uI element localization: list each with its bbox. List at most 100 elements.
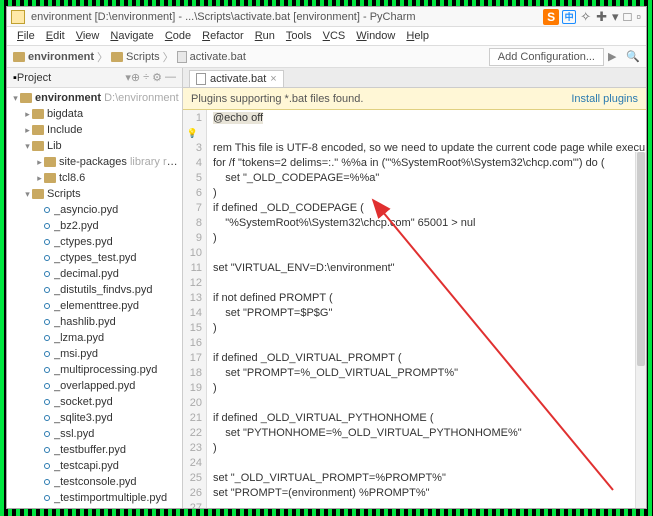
project-tree[interactable]: ▾environment D:\environment▸bigdata▸Incl… [7,88,182,508]
pin-icon[interactable]: ✧ [579,9,592,25]
chevron-icon[interactable]: ▸ [23,125,32,136]
tree-row[interactable]: ▸Include [7,122,182,138]
tree-label: _ctypes_test.pyd [54,252,179,264]
tree-row[interactable]: _ctypes_test.pyd [7,250,182,266]
code-editor[interactable]: 1💡34567891011121314151617181920212223242… [183,110,646,508]
pyd-icon [44,223,50,229]
tree-row[interactable]: _lzma.pyd [7,330,182,346]
menu-run[interactable]: Run [251,29,279,43]
tree-row[interactable]: _socket.pyd [7,394,182,410]
tree-row[interactable]: _ssl.pyd [7,426,182,442]
add-configuration-button[interactable]: Add Configuration... [489,48,604,66]
tree-row[interactable]: _sqlite3.pyd [7,410,182,426]
tree-row[interactable]: _ctypes.pyd [7,234,182,250]
tree-row[interactable]: ▸ tcl8.6 [7,170,182,186]
tree-label: _overlapped.pyd [54,380,179,392]
tree-row[interactable]: ▸bigdata [7,106,182,122]
pyd-icon [44,495,50,501]
tabbar: activate.bat × [183,68,646,88]
tree-row[interactable]: _testconsole.pyd [7,474,182,490]
hide-icon[interactable]: — [165,71,176,84]
tab-activate-bat[interactable]: activate.bat × [189,70,284,87]
tree-row[interactable]: _overlapped.pyd [7,378,182,394]
tree-row[interactable]: _asyncio.pyd [7,202,182,218]
tree-row[interactable]: _distutils_findvs.pyd [7,282,182,298]
pyd-icon [44,479,50,485]
tree-label: _hashlib.pyd [54,316,179,328]
search-icon[interactable]: 🔍 [626,50,640,64]
tree-row[interactable]: _testmultiphase.pyd [7,506,182,508]
folder-icon [44,173,56,183]
project-sidebar: ▪ Project ▾ ⊕ ÷ ⚙ — ▾environment D:\envi… [7,68,183,508]
menu-tools[interactable]: Tools [282,29,316,43]
ext-icon[interactable]: □ [623,9,633,24]
menu-code[interactable]: Code [161,29,195,43]
breadcrumb[interactable]: environment 〉 Scripts 〉 activate.bat [13,49,246,65]
tree-row[interactable]: ▾environment D:\environment [7,90,182,106]
menu-window[interactable]: Window [352,29,399,43]
collapse-icon[interactable]: ⊕ [131,71,140,84]
add-icon[interactable]: ✚ [595,9,608,25]
chevron-icon[interactable]: ▸ [23,109,32,120]
breadcrumb-mid: Scripts [126,51,160,63]
run-icon[interactable]: ▶ [608,50,622,64]
menu-vcs[interactable]: VCS [319,29,350,43]
menu-file[interactable]: File [13,29,39,43]
tree-row[interactable]: _testbuffer.pyd [7,442,182,458]
folder-icon [32,109,44,119]
tree-label: site-packages library root [59,156,179,168]
menu-view[interactable]: View [72,29,104,43]
pyd-icon [44,431,50,437]
titlebar: environment [D:\environment] - ...\Scrip… [7,7,646,27]
install-plugins-link[interactable]: Install plugins [571,93,638,105]
ime-icon[interactable]: 中 [562,10,576,24]
tree-row[interactable]: _msi.pyd [7,346,182,362]
code-text[interactable]: @echo off rem This file is UTF-8 encoded… [207,110,646,508]
menu-help[interactable]: Help [402,29,433,43]
tree-label: _socket.pyd [54,396,179,408]
toolbox-icons: S 中 ✧ ✚ ▾ □ ▫ [543,9,642,25]
pyd-icon [44,447,50,453]
menu-icon[interactable]: ▾ [611,9,620,25]
chevron-icon[interactable]: ▾ [23,189,32,200]
expand-icon[interactable]: ÷ [143,71,149,84]
tree-label: _asyncio.pyd [54,204,179,216]
tree-row[interactable]: _testimportmultiple.pyd [7,490,182,506]
sublime-icon[interactable]: S [543,9,559,25]
tree-row[interactable]: _multiprocessing.pyd [7,362,182,378]
tree-label: _decimal.pyd [54,268,179,280]
tree-row[interactable]: ▾Scripts [7,186,182,202]
navbar: environment 〉 Scripts 〉 activate.bat Add… [7,46,646,68]
gear-icon[interactable]: ⚙ [152,71,162,84]
folder-icon [32,125,44,135]
chevron-icon[interactable]: ▾ [23,141,32,152]
pyd-icon [44,399,50,405]
tree-label: _testbuffer.pyd [54,444,179,456]
tree-row[interactable]: _bz2.pyd [7,218,182,234]
chevron-icon[interactable]: ▾ [11,93,20,104]
menu-navigate[interactable]: Navigate [106,29,157,43]
tree-row[interactable]: _elementtree.pyd [7,298,182,314]
chevron-icon[interactable]: ▸ [35,157,44,168]
folder-icon [44,157,56,167]
more-icon[interactable]: ▫ [635,9,642,24]
menu-refactor[interactable]: Refactor [198,29,248,43]
editor-pane: activate.bat × Plugins supporting *.bat … [183,68,646,508]
tree-row[interactable]: _decimal.pyd [7,266,182,282]
tree-label: _msi.pyd [54,348,179,360]
scrollbar-vertical[interactable] [635,152,646,508]
tree-label: tcl8.6 [59,172,179,184]
window-title: environment [D:\environment] - ...\Scrip… [31,11,543,23]
tree-row[interactable]: ▾Lib [7,138,182,154]
tree-label: _elementtree.pyd [54,300,179,312]
tree-row[interactable]: _hashlib.pyd [7,314,182,330]
main-split: ▪ Project ▾ ⊕ ÷ ⚙ — ▾environment D:\envi… [7,68,646,508]
close-icon[interactable]: × [270,73,276,85]
tree-label: _sqlite3.pyd [54,412,179,424]
menu-edit[interactable]: Edit [42,29,69,43]
tree-row[interactable]: ▸ site-packages library root [7,154,182,170]
chevron-icon[interactable]: ▸ [35,173,44,184]
tree-row[interactable]: _testcapi.pyd [7,458,182,474]
tree-label: _ctypes.pyd [54,236,179,248]
scroll-thumb[interactable] [637,152,645,366]
